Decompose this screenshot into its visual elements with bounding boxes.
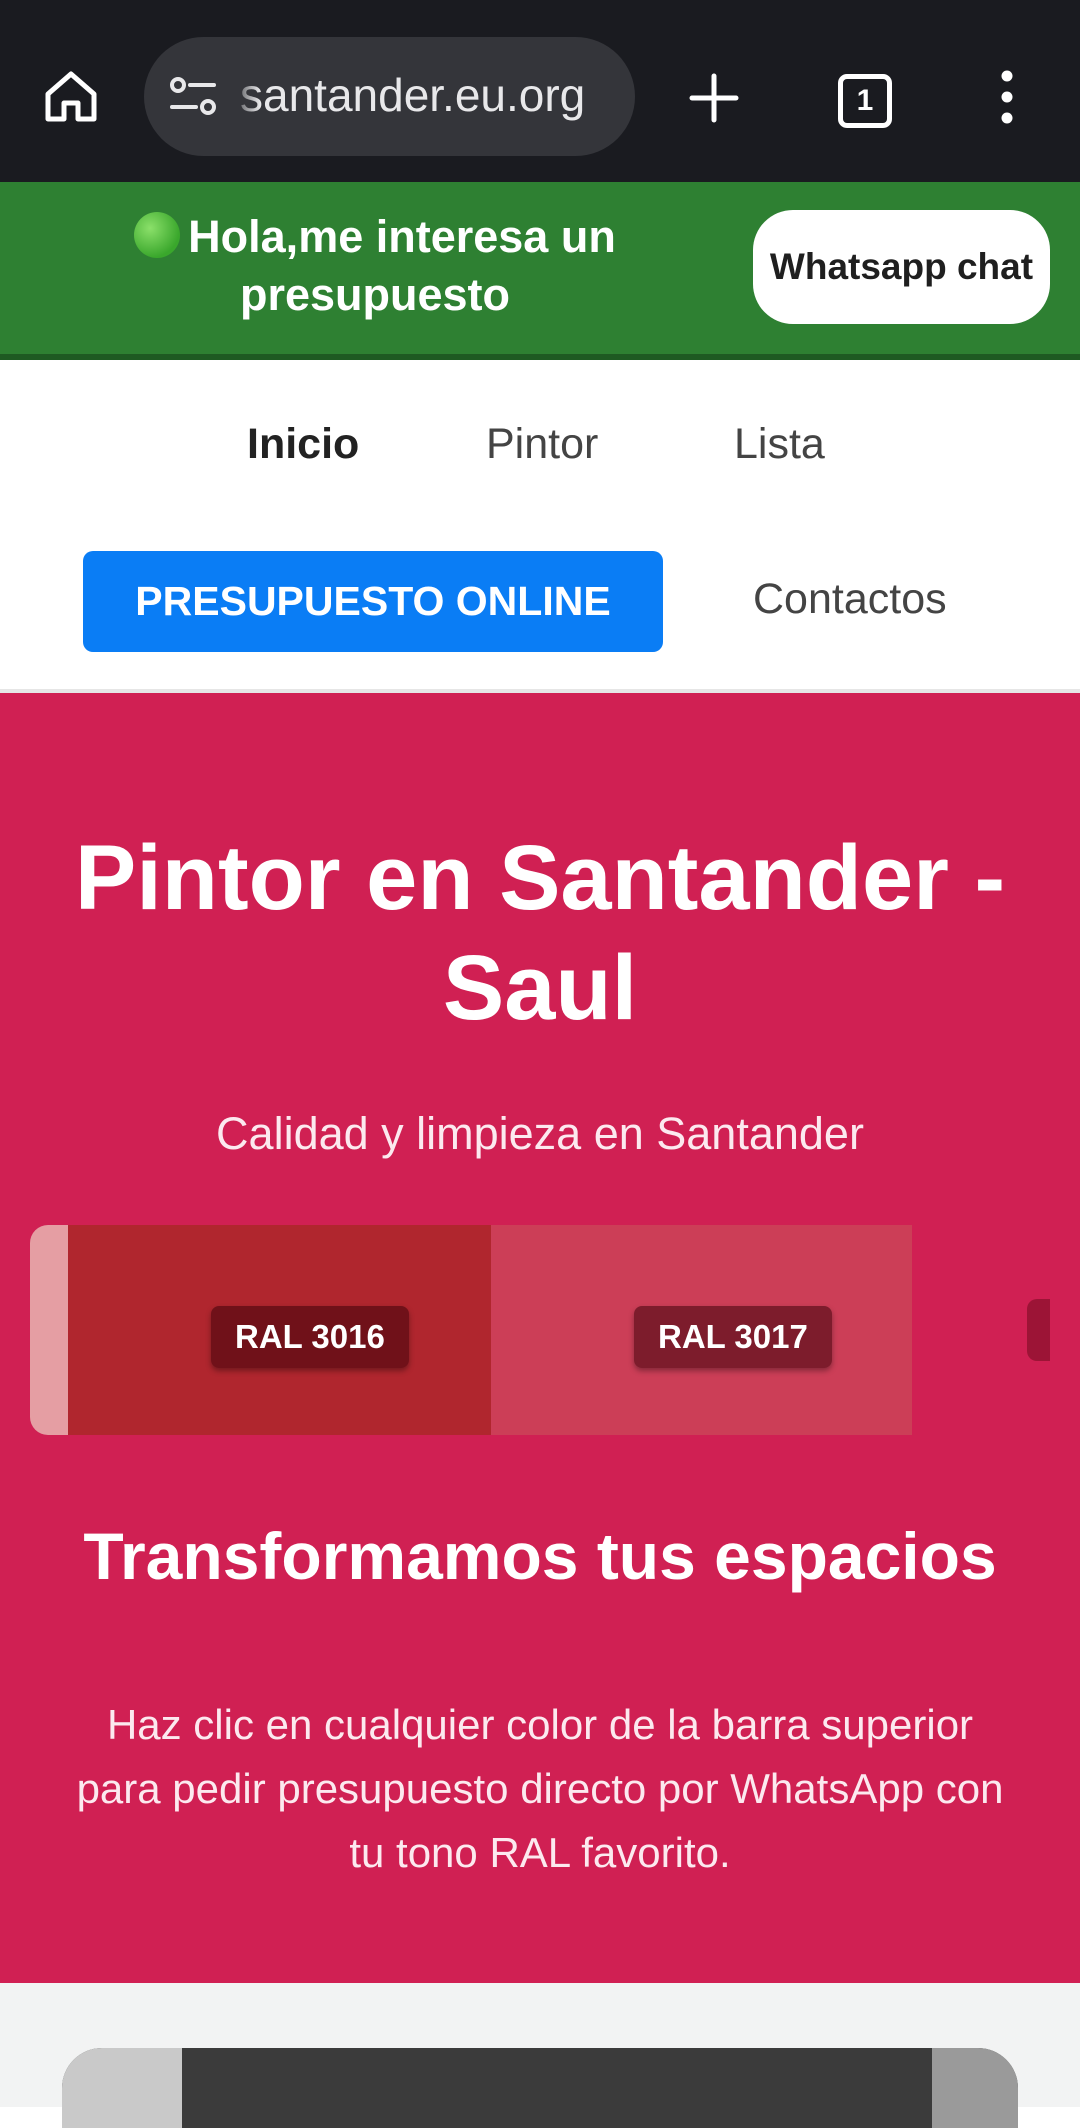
swatch-label: RAL 3016 [211,1306,409,1368]
room-photo [62,2048,1018,2128]
address-bar[interactable]: santander.eu.org [144,37,635,156]
ral-color-strip[interactable]: RAL 3016 RAL 3017 [30,1225,1050,1435]
section-description: Haz clic en cualquier color de la barra … [76,1701,1004,1876]
nav-item-lista[interactable]: Lista [734,420,825,469]
tab-switcher-button[interactable]: 1 [834,70,892,128]
photo-wall [932,2048,1018,2128]
swatch-label: RAL 3017 [634,1306,832,1368]
site-settings-icon[interactable] [168,73,218,119]
url-text[interactable]: santander.eu.org [240,65,585,125]
color-swatch-partial[interactable] [30,1225,68,1435]
home-icon[interactable] [42,67,100,125]
whatsapp-chat-button[interactable]: Whatsapp chat [753,210,1050,324]
banner-message: Hola,me interesa un presupuesto [110,208,640,324]
whatsapp-banner: Hola,me interesa un presupuesto Whatsapp… [0,182,1080,360]
browser-toolbar: santander.eu.org 1 [0,0,1080,182]
nav-item-pintor[interactable]: Pintor [486,420,598,469]
color-swatch-ral-3016[interactable]: RAL 3016 [68,1225,491,1435]
presupuesto-online-button[interactable]: PRESUPUESTO ONLINE [83,551,663,652]
next-section [0,1983,1080,2128]
url-fade [230,37,260,156]
hero-subtitle: Calidad y limpieza en Santander [216,1108,864,1159]
photo-window [62,2048,182,2128]
color-swatch-next[interactable] [1027,1299,1050,1361]
color-swatch-ral-3017[interactable]: RAL 3017 [491,1225,912,1435]
main-nav: Inicio Pintor Lista PRESUPUESTO ONLINE C… [0,360,1080,693]
more-menu-icon[interactable] [995,68,1019,126]
new-tab-icon[interactable] [686,70,742,126]
green-circle-icon [134,212,181,258]
section-heading: Transformamos tus espacios [83,1519,997,1593]
nav-item-contactos[interactable]: Contactos [753,575,947,624]
nav-item-inicio[interactable]: Inicio [247,420,359,469]
banner-text: Hola,me interesa un presupuesto [188,211,616,320]
hero-section: Pintor en Santander - Saul Calidad y lim… [0,693,1080,1983]
page-title: Pintor en Santander - Saul [74,827,1006,1039]
tab-count: 1 [856,84,874,117]
